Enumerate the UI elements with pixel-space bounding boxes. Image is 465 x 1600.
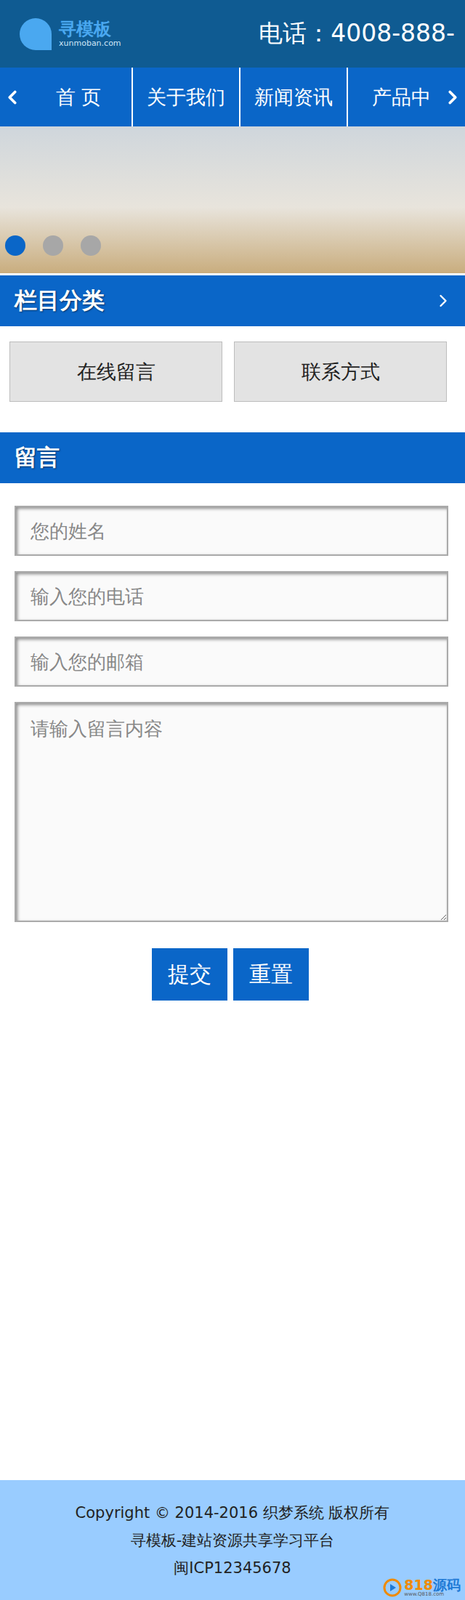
play-icon — [382, 1578, 402, 1597]
phone: 电话：4008-888- — [258, 17, 455, 51]
next-button[interactable] — [441, 67, 464, 127]
text-input[interactable] — [14, 636, 449, 687]
header: 寻模板xunmoban.com 电话：4008-888- — [0, 0, 465, 68]
reset-button[interactable]: 重置 — [233, 948, 309, 1001]
text-input[interactable] — [14, 571, 449, 622]
logo-name: 寻模板 — [58, 19, 122, 39]
message-bar: 留言 — [0, 432, 465, 484]
logo-icon — [18, 16, 54, 52]
nav-item[interactable]: 产品中 — [348, 67, 456, 127]
nav-item[interactable]: 首 页 — [25, 67, 133, 127]
message-textarea[interactable] — [14, 701, 449, 923]
footer-line: Copyright © 2014-2016 织梦系统 版权所有 — [75, 1502, 391, 1523]
category-links: 在线留言联系方式 — [0, 326, 465, 402]
category-title: 栏目分类 — [14, 285, 105, 317]
slide-dot[interactable] — [42, 235, 64, 256]
text-input[interactable] — [14, 505, 449, 556]
footer-line: 寻模板-建站资源共享学习平台 — [130, 1530, 335, 1551]
slide-dot[interactable] — [80, 235, 101, 256]
nav-bar: 首 页关于我们新闻资讯产品中 — [0, 67, 465, 127]
form-buttons: 提交重置 — [14, 948, 449, 1001]
chevron-right-icon — [441, 86, 464, 109]
banner — [0, 126, 465, 274]
footer-line: 闽ICP12345678 — [173, 1557, 291, 1579]
message-title: 留言 — [14, 442, 60, 473]
chevron-left-icon — [1, 86, 24, 109]
watermark-url: www.Q818.com — [403, 1591, 461, 1597]
message-form: 提交重置 — [0, 483, 465, 1001]
page: 寻模板xunmoban.com 电话：4008-888- 首 页关于我们新闻资讯产品… — [0, 0, 465, 1600]
logo-domain: xunmoban.com — [58, 39, 122, 48]
category-link[interactable]: 联系方式 — [233, 341, 447, 402]
slide-dots — [5, 235, 101, 256]
chevron-right-icon — [433, 290, 454, 311]
prev-button[interactable] — [1, 67, 24, 127]
logo[interactable]: 寻模板xunmoban.com — [18, 16, 122, 52]
watermark-text: 818源码 — [403, 1578, 461, 1592]
nav-item[interactable]: 新闻资讯 — [240, 67, 349, 127]
slide-dot[interactable] — [5, 235, 26, 256]
watermark: 818源码www.Q818.com — [382, 1578, 461, 1597]
submit-button[interactable]: 提交 — [151, 948, 228, 1001]
nav-item[interactable]: 关于我们 — [132, 67, 241, 127]
footer: Copyright © 2014-2016 织梦系统 版权所有寻模板-建站资源共… — [0, 1480, 465, 1600]
category-bar[interactable]: 栏目分类 — [0, 275, 465, 327]
category-link[interactable]: 在线留言 — [9, 341, 223, 402]
